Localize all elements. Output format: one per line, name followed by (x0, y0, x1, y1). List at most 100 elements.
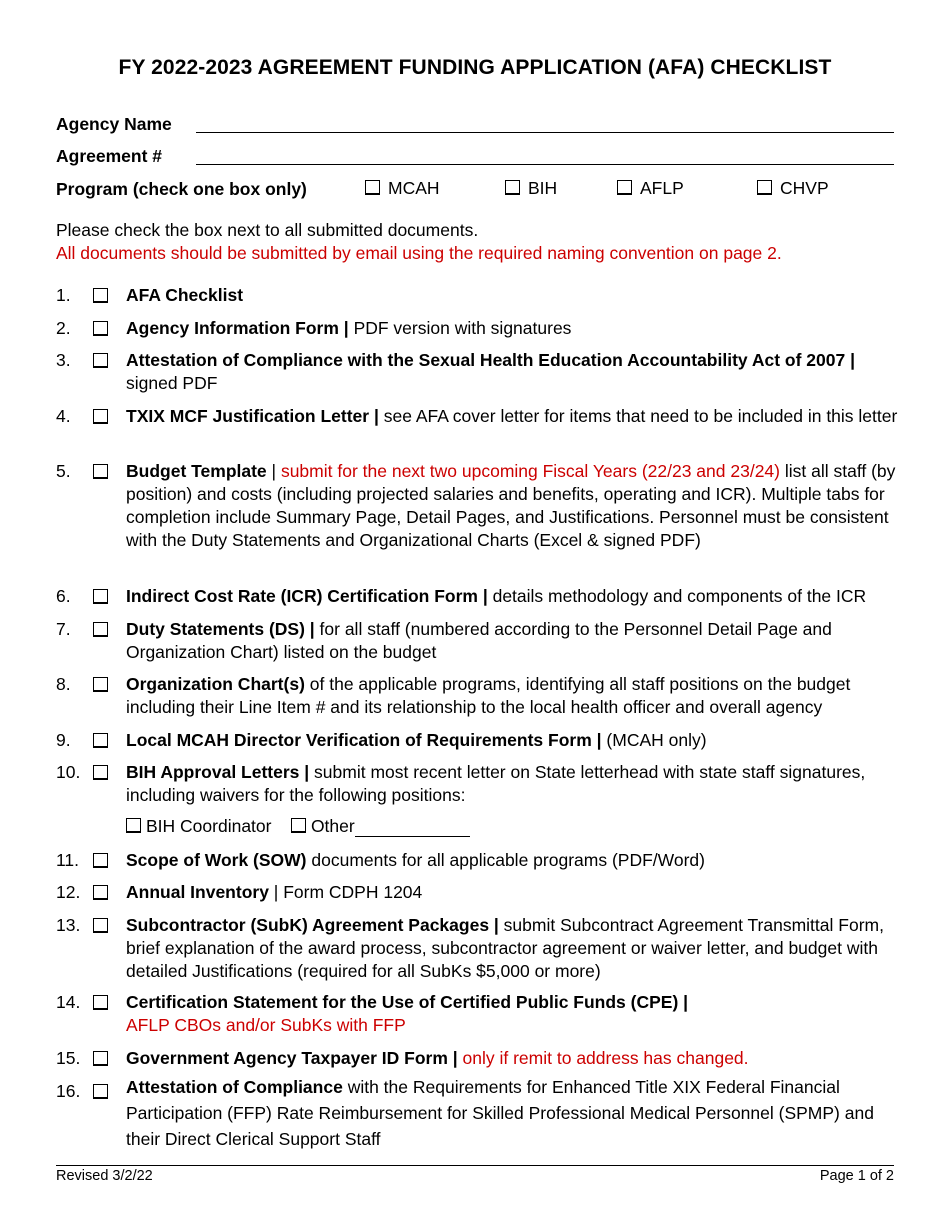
instructions-text: Please check the box next to all submitt… (56, 220, 479, 240)
other-label: Other (310, 816, 355, 836)
item-checkbox[interactable] (93, 733, 108, 748)
item-text: BIH Approval Letters | submit most recen… (126, 761, 900, 807)
checklist-item: 2. Agency Information Form | PDF version … (56, 317, 900, 340)
item-number: 8. (56, 674, 71, 694)
checklist-item: 14. Certification Statement for the Use o… (56, 991, 900, 1037)
item-description: signed PDF (126, 373, 218, 393)
item-checkbox[interactable] (93, 918, 108, 933)
item-title: Scope of Work (SOW) (126, 850, 307, 870)
item-title: Budget Template (126, 461, 267, 481)
item-number: 9. (56, 730, 71, 750)
item-checkbox[interactable] (93, 622, 108, 637)
item-checkbox[interactable] (93, 995, 108, 1010)
item-description: details methodology and components of th… (487, 586, 867, 606)
item-number: 16. (56, 1081, 81, 1101)
program-option-mcah[interactable]: MCAH (365, 178, 440, 199)
item-checkbox[interactable] (93, 885, 108, 900)
item-separator: | (266, 461, 281, 481)
item-title: TXIX MCF Justification Letter | (126, 406, 379, 426)
checkbox-aflp[interactable] (617, 179, 632, 195)
item-checkbox[interactable] (93, 677, 108, 692)
bih-positions: BIH Coordinator Other (126, 816, 470, 837)
item-description: see AFA cover letter for items that need… (378, 406, 898, 426)
item-title: Annual Inventory (126, 882, 269, 902)
item-title: Indirect Cost Rate (ICR) Certification F… (126, 586, 488, 606)
item-text: AFA Checklist (126, 284, 900, 307)
item-checkbox[interactable] (93, 464, 108, 479)
checklist-item: 13. Subcontractor (SubK) Agreement Packag… (56, 914, 900, 983)
checklist-item: 5. Budget Template | submit for the next … (56, 460, 900, 552)
item-title: Organization Chart(s) (126, 674, 305, 694)
checkbox-other[interactable] (290, 817, 306, 833)
item-title: Subcontractor (SubK) Agreement Packages … (126, 915, 499, 935)
item-title: Attestation of Compliance (126, 1077, 343, 1097)
item-checkbox[interactable] (93, 288, 108, 303)
item-number: 4. (56, 406, 71, 426)
checklist-item: 9. Local MCAH Director Verification of Re… (56, 729, 900, 752)
item-title: AFA Checklist (126, 285, 244, 305)
agency-name-field[interactable] (196, 132, 894, 133)
program-option-aflp[interactable]: AFLP (617, 178, 684, 199)
program-label: Program (check one box only) (56, 179, 307, 199)
item-text: TXIX MCF Justification Letter | see AFA … (126, 405, 900, 428)
item-text: Agency Information Form | PDF version wi… (126, 317, 900, 340)
checklist-item: 16. Attestation of Compliance with the Re… (56, 1074, 900, 1152)
checklist-item: 6. Indirect Cost Rate (ICR) Certification… (56, 585, 900, 608)
agreement-number-label: Agreement # (56, 146, 163, 166)
item-checkbox[interactable] (93, 321, 108, 336)
item-description: (MCAH only) (601, 730, 707, 750)
item-number: 5. (56, 461, 71, 481)
item-number: 11. (56, 850, 80, 870)
item-text: Budget Template | submit for the next tw… (126, 460, 900, 552)
item-title: Government Agency Taxpayer ID Form | (126, 1048, 458, 1068)
checkbox-chvp[interactable] (757, 179, 772, 195)
other-field[interactable] (354, 820, 470, 837)
program-option-chvp[interactable]: CHVP (757, 178, 829, 199)
item-checkbox[interactable] (93, 353, 108, 368)
item-checkbox[interactable] (93, 1084, 108, 1099)
item-checkbox[interactable] (93, 853, 108, 868)
item-title: Duty Statements (DS) | (126, 619, 315, 639)
checklist-item: 11. Scope of Work (SOW) documents for all… (56, 849, 900, 872)
checklist-item: 15. Government Agency Taxpayer ID Form | … (56, 1047, 900, 1070)
checkbox-bih[interactable] (505, 179, 520, 195)
item-checkbox[interactable] (93, 409, 108, 424)
checklist-item: 1. AFA Checklist (56, 284, 900, 307)
item-number: 14. (56, 992, 81, 1012)
item-text: Duty Statements (DS) | for all staff (nu… (126, 618, 900, 664)
item-number: 1. (56, 285, 71, 305)
revised-date: Revised 3/2/22 (56, 1168, 153, 1184)
item-title: Certification Statement for the Use of C… (126, 992, 689, 1012)
instructions-warning: All documents should be submitted by ema… (56, 243, 782, 263)
page-title: FY 2022-2023 AGREEMENT FUNDING APPLICATI… (118, 56, 832, 79)
checkbox-mcah[interactable] (365, 179, 380, 195)
item-number: 12. (56, 882, 81, 902)
page-number: Page 1 of 2 (819, 1168, 894, 1184)
item-checkbox[interactable] (93, 1051, 108, 1066)
item-note-highlight: only if remit to address has changed. (462, 1048, 749, 1068)
item-text: Attestation of Compliance with the Requi… (126, 1074, 900, 1152)
item-checkbox[interactable] (93, 589, 108, 604)
agency-name-label: Agency Name (56, 114, 172, 134)
item-text: Indirect Cost Rate (ICR) Certification F… (126, 585, 900, 608)
bih-coordinator-label: BIH Coordinator (146, 816, 272, 836)
item-note-highlight: submit for the next two upcoming Fiscal … (280, 461, 780, 481)
item-text: Government Agency Taxpayer ID Form | onl… (126, 1047, 900, 1070)
item-text: Certification Statement for the Use of C… (126, 991, 900, 1037)
item-number: 13. (56, 915, 81, 935)
checkbox-bih-coordinator[interactable] (126, 817, 141, 833)
item-checkbox[interactable] (93, 765, 108, 780)
item-description: documents for all applicable programs (P… (306, 850, 705, 870)
checklist-item: 8. Organization Chart(s) of the applicabl… (56, 673, 900, 719)
agreement-number-field[interactable] (196, 164, 894, 165)
item-description: | Form CDPH 1204 (268, 882, 423, 902)
item-text: Organization Chart(s) of the applicable … (126, 673, 900, 719)
item-text: Subcontractor (SubK) Agreement Packages … (126, 914, 900, 983)
item-number: 15. (56, 1048, 81, 1068)
program-option-bih[interactable]: BIH (505, 178, 557, 199)
item-number: 10. (56, 762, 81, 782)
item-title: Local MCAH Director Verification of Requ… (126, 730, 602, 750)
footer-divider (56, 1165, 894, 1166)
checklist-item: 4. TXIX MCF Justification Letter | see AF… (56, 405, 900, 428)
checklist-item: 12. Annual Inventory | Form CDPH 1204 (56, 881, 900, 904)
